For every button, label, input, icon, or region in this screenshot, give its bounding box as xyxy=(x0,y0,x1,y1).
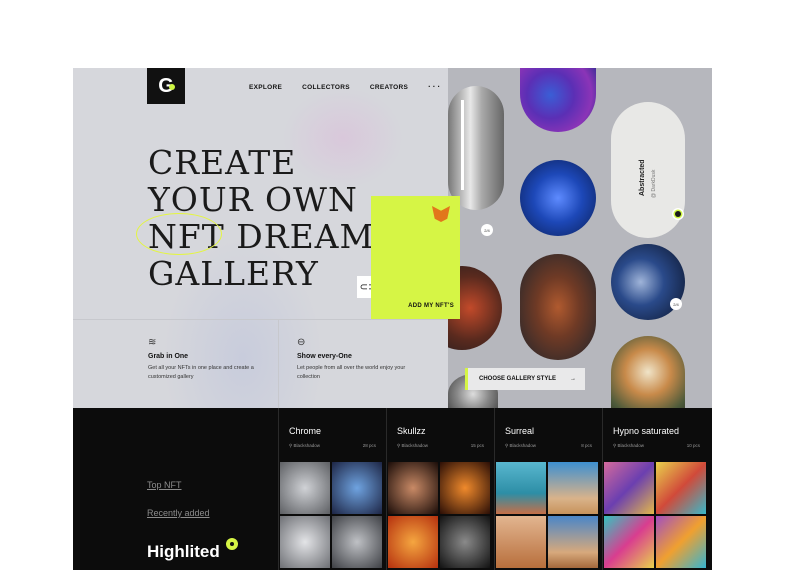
collection-count: 15 pcs xyxy=(470,443,484,448)
collection-meta: ⚲ Blackshadow 28 pcs xyxy=(289,443,376,449)
thumbnail[interactable] xyxy=(603,461,655,515)
highlited-tab[interactable]: Highlited xyxy=(147,542,220,562)
feature-show: ⊖ Show every-One Let people from all ove… xyxy=(297,338,417,382)
feature-grab: ≋ Grab in One Get all your NFTs in one p… xyxy=(148,338,268,382)
thumbnail-grid xyxy=(387,461,491,569)
thumbnail[interactable] xyxy=(655,461,707,515)
gallery-item[interactable] xyxy=(448,86,504,210)
thumbnail[interactable] xyxy=(387,515,439,569)
active-dot-icon xyxy=(226,538,238,550)
collection-count: 28 pcs xyxy=(362,443,376,448)
thumbnail[interactable] xyxy=(547,461,599,515)
nav-explore[interactable]: EXPLORE xyxy=(249,84,282,91)
more-menu-icon[interactable]: ··· xyxy=(428,82,442,91)
gallery-item[interactable] xyxy=(520,68,596,132)
count-badge: 2/4 xyxy=(670,298,682,310)
thumbnail[interactable] xyxy=(387,461,439,515)
collections-section: Top NFT Recently added Highlited Chrome … xyxy=(73,408,712,570)
collection-name: Skullzz xyxy=(397,426,426,436)
collection-name: Surreal xyxy=(505,426,535,436)
thumbnail-grid xyxy=(279,461,383,569)
collection-card[interactable]: Skullzz ⚲ Blackshadow 15 pcs xyxy=(386,408,491,570)
gallery-item[interactable] xyxy=(520,160,596,236)
divider xyxy=(278,319,279,409)
cta-label: ADD MY NFT'S xyxy=(408,303,454,309)
thumbnail[interactable] xyxy=(279,461,331,515)
collection-card[interactable]: Hypno saturated ⚲ Blackshadow 10 pcs xyxy=(602,408,707,570)
feature-title: Grab in One xyxy=(148,353,189,360)
card-title: Abstracted xyxy=(639,159,646,196)
thumbnail[interactable] xyxy=(331,461,383,515)
logo[interactable]: G xyxy=(147,68,185,104)
thumbnail[interactable] xyxy=(439,461,491,515)
main-nav: EXPLORE COLLECTORS CREATORS ··· xyxy=(249,82,442,91)
thumbnail[interactable] xyxy=(279,515,331,569)
top-nft-link[interactable]: Top NFT xyxy=(147,480,182,490)
thumbnail[interactable] xyxy=(495,461,547,515)
thumbnail[interactable] xyxy=(603,515,655,569)
nav-collectors[interactable]: COLLECTORS xyxy=(302,84,350,91)
nav-creators[interactable]: CREATORS xyxy=(370,84,408,91)
collection-meta: ⚲ Blackshadow 15 pcs xyxy=(397,443,484,449)
thumbnail[interactable] xyxy=(655,515,707,569)
collection-count: 8 pcs xyxy=(581,443,592,448)
thumbnail-grid xyxy=(495,461,599,569)
recently-added-link[interactable]: Recently added xyxy=(147,508,210,518)
collection-author: ⚲ Blackshadow xyxy=(505,443,537,448)
thumbnail[interactable] xyxy=(439,515,491,569)
collection-author: ⚲ Blackshadow xyxy=(397,443,429,448)
gallery-item[interactable] xyxy=(611,336,685,408)
arrow-right-icon: → xyxy=(570,376,576,382)
collection-meta: ⚲ Blackshadow 8 pcs xyxy=(505,443,592,449)
collection-meta: ⚲ Blackshadow 10 pcs xyxy=(613,443,700,449)
thumbnail[interactable] xyxy=(495,515,547,569)
collection-card[interactable]: Surreal ⚲ Blackshadow 8 pcs xyxy=(494,408,599,570)
collection-card[interactable]: Chrome ⚲ Blackshadow 28 pcs xyxy=(278,408,383,570)
app-frame: G EXPLORE COLLECTORS CREATORS ··· CREATE… xyxy=(73,68,712,570)
selected-dot-icon xyxy=(672,208,684,220)
feature-title: Show every-One xyxy=(297,353,352,360)
collection-author: ⚲ Blackshadow xyxy=(289,443,321,448)
button-label: CHOOSE GALLERY STYLE xyxy=(479,376,557,382)
metamask-fox-icon xyxy=(432,206,450,222)
gallery-item[interactable] xyxy=(520,254,596,360)
planet-icon: ⊖ xyxy=(297,337,306,348)
collection-author: ⚲ Blackshadow xyxy=(613,443,645,448)
choose-gallery-style-button[interactable]: CHOOSE GALLERY STYLE → xyxy=(465,368,585,390)
headline-line: CREATE xyxy=(148,143,297,182)
feature-desc: Get all your NFTs in one place and creat… xyxy=(148,365,254,380)
highlight-ellipse xyxy=(136,213,222,255)
thumbnail[interactable] xyxy=(331,515,383,569)
gallery-preview: 2/4 Abstracted @ DarkDusk 2/4 xyxy=(448,68,712,408)
layers-icon: ≋ xyxy=(148,337,157,348)
divider xyxy=(73,319,448,320)
thumbnail[interactable] xyxy=(547,515,599,569)
collection-name: Chrome xyxy=(289,426,322,436)
collection-count: 10 pcs xyxy=(686,443,700,448)
count-badge: 2/4 xyxy=(481,224,493,236)
feature-desc: Let people from all over the world enjoy… xyxy=(297,365,406,380)
add-nfts-button[interactable]: ADD MY NFT'S xyxy=(371,196,460,319)
thumbnail-grid xyxy=(603,461,707,569)
logo-dot-icon xyxy=(169,84,175,90)
card-author: @ DarkDusk xyxy=(651,169,657,198)
headline-line: GALLERY xyxy=(148,254,319,293)
collection-name: Hypno saturated xyxy=(613,426,680,436)
